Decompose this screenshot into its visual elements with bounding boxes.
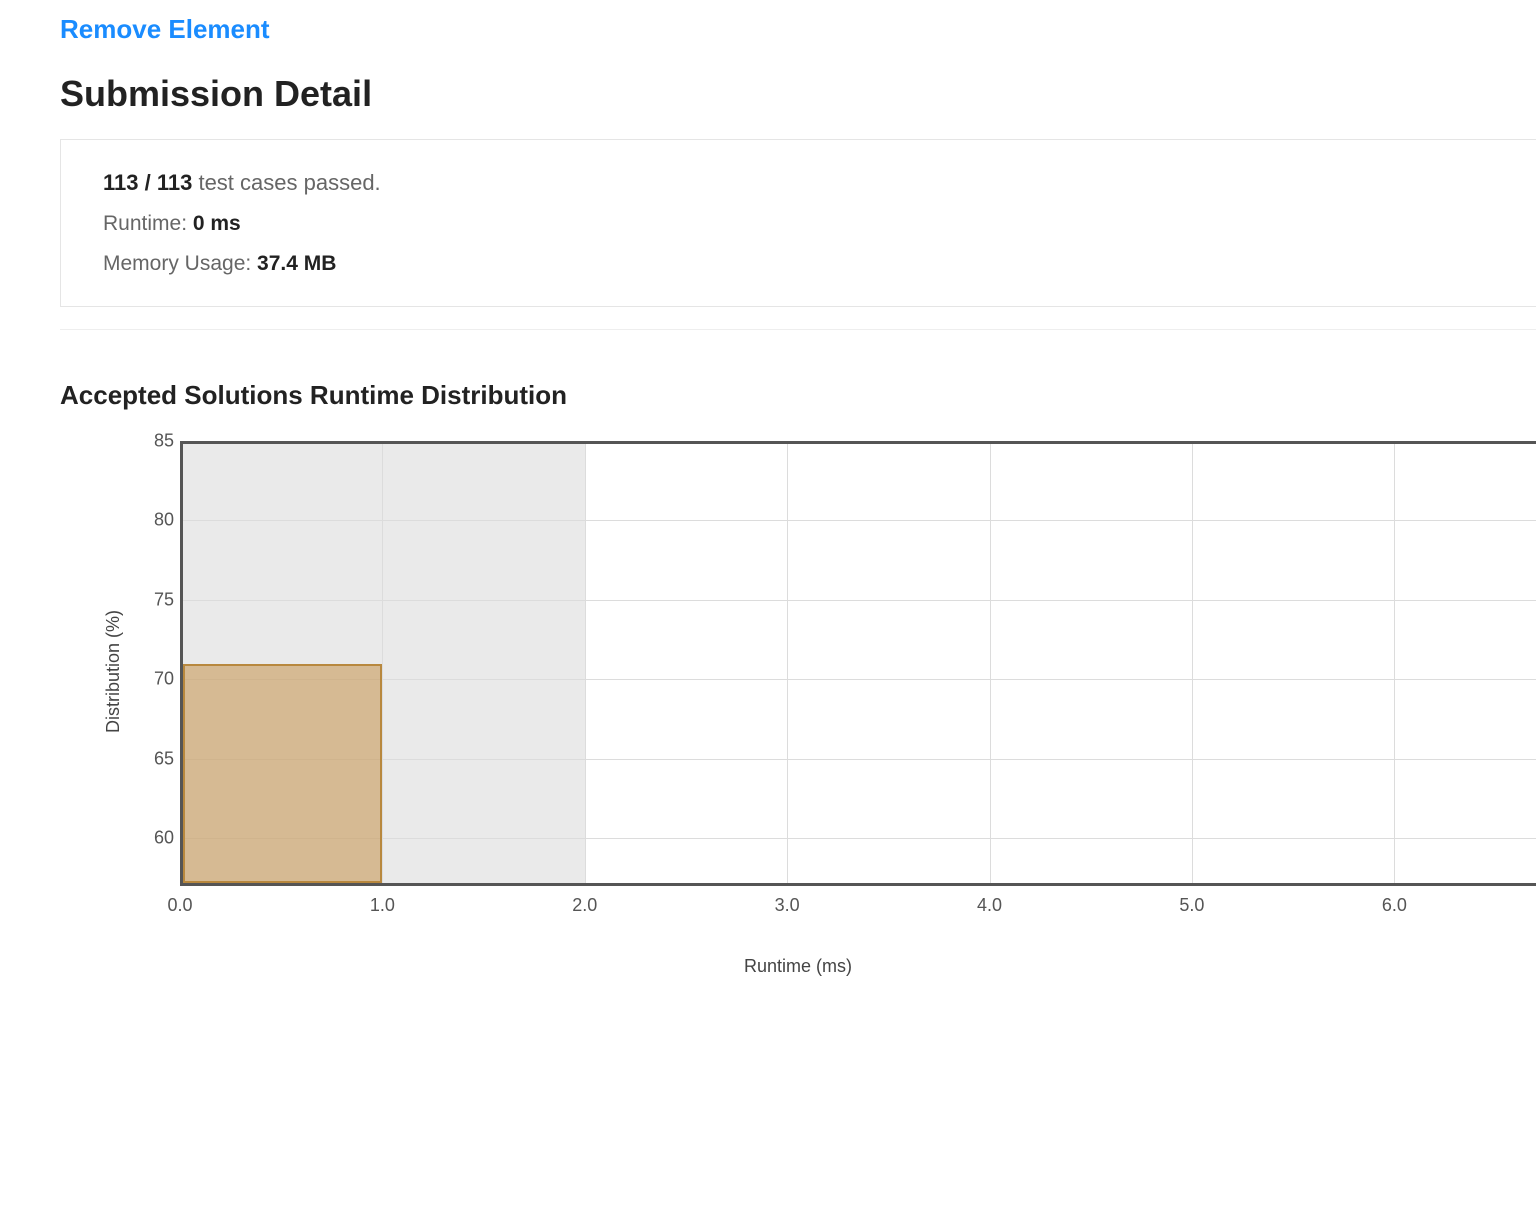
x-tick-label: 5.0 [1179, 895, 1204, 916]
x-tick-label: 4.0 [977, 895, 1002, 916]
divider [60, 329, 1536, 330]
runtime-line: Runtime: 0 ms [103, 212, 1496, 236]
y-tick-label: 80 [146, 510, 174, 531]
y-tick-label: 85 [146, 431, 174, 452]
chart-title: Accepted Solutions Runtime Distribution [60, 380, 1536, 411]
runtime-distribution-chart: Distribution (%) Runtime (ms) 6065707580… [60, 441, 1536, 971]
y-tick-label: 75 [146, 589, 174, 610]
submission-detail-card: 113 / 113 test cases passed. Runtime: 0 … [60, 139, 1536, 307]
page-title: Submission Detail [60, 73, 1536, 115]
y-tick-label: 65 [146, 748, 174, 769]
x-tick-label: 1.0 [370, 895, 395, 916]
plot-area[interactable]: 6065707580850.01.02.03.04.05.06.0 [180, 441, 1536, 886]
x-axis-label: Runtime (ms) [744, 956, 852, 977]
x-tick-label: 2.0 [572, 895, 597, 916]
problem-link[interactable]: Remove Element [60, 14, 270, 45]
y-axis-label: Distribution (%) [103, 610, 124, 733]
cases-suffix: test cases passed. [192, 170, 380, 195]
memory-label: Memory Usage: [103, 252, 257, 275]
y-tick-label: 60 [146, 828, 174, 849]
test-cases-line: 113 / 113 test cases passed. [103, 170, 1496, 196]
x-tick-label: 6.0 [1382, 895, 1407, 916]
runtime-value: 0 ms [193, 212, 241, 235]
memory-line: Memory Usage: 37.4 MB [103, 252, 1496, 276]
plot-border [180, 441, 1536, 886]
cases-total: 113 [157, 170, 193, 195]
y-tick-label: 70 [146, 669, 174, 690]
x-tick-label: 0.0 [167, 895, 192, 916]
x-tick-label: 3.0 [775, 895, 800, 916]
runtime-label: Runtime: [103, 212, 193, 235]
cases-passed: 113 [103, 170, 139, 195]
memory-value: 37.4 MB [257, 252, 336, 275]
